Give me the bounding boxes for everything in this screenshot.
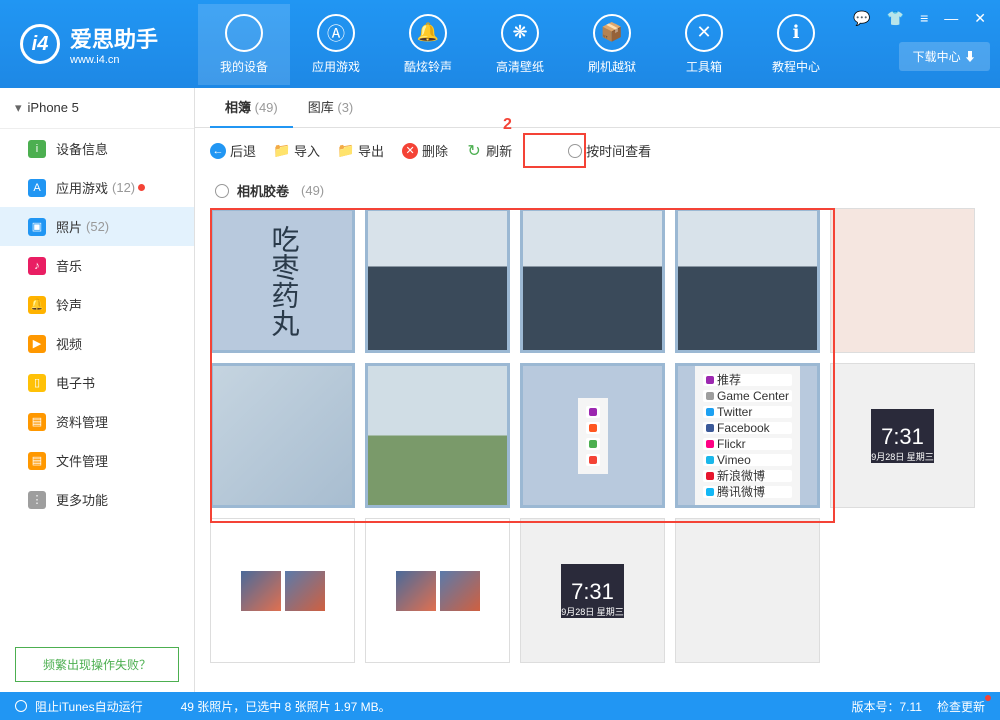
close-icon[interactable]: ✕: [970, 8, 990, 29]
sidebar-item-文件管理[interactable]: ▤文件管理: [0, 441, 194, 480]
sidebar-item-视频[interactable]: ▶视频: [0, 324, 194, 363]
select-all-radio[interactable]: [215, 184, 229, 198]
notification-dot: [138, 184, 145, 191]
annotation-2: 2: [503, 116, 512, 134]
photo-grid: 1 吃枣药丸 推荐Game CenterTwitterFacebookFlick…: [195, 208, 1000, 692]
photo-thumb[interactable]: [830, 208, 975, 353]
sidebar-icon: ▶: [28, 335, 46, 353]
nav-icon: ✕: [685, 14, 723, 52]
sidebar-icon: ♪: [28, 257, 46, 275]
delete-button[interactable]: ✕删除: [402, 141, 448, 160]
sidebar-item-铃声[interactable]: 🔔铃声: [0, 285, 194, 324]
photo-thumb[interactable]: [365, 363, 510, 508]
delete-icon: ✕: [402, 143, 418, 159]
logo-icon: i4: [20, 24, 60, 64]
device-selector[interactable]: iPhone 5: [0, 88, 194, 129]
view-by-time-button[interactable]: 按时间查看: [568, 141, 651, 160]
photo-thumb[interactable]: 推荐Game CenterTwitterFacebookFlickrVimeo新…: [675, 363, 820, 508]
export-button[interactable]: 📁导出: [338, 141, 384, 160]
nav-icon: Ⓐ: [317, 14, 355, 52]
photo-thumb[interactable]: 7:319月28日 星期三: [520, 518, 665, 663]
nav-教程中心[interactable]: ℹ教程中心: [750, 4, 842, 85]
app-header: i4 爱思助手 www.i4.cn 我的设备Ⓐ应用游戏🔔酷炫铃声❋高清壁纸📦刷机…: [0, 0, 1000, 88]
tab-相簿[interactable]: 相簿 (49): [210, 88, 293, 128]
refresh-icon: ↻: [466, 143, 482, 159]
sidebar-item-电子书[interactable]: ▯电子书: [0, 363, 194, 402]
nav-应用游戏[interactable]: Ⓐ应用游戏: [290, 4, 382, 85]
nav-我的设备[interactable]: 我的设备: [198, 4, 290, 85]
window-controls: 💬 👕 ≡ — ✕: [849, 8, 990, 29]
app-name: 爱思助手: [70, 22, 158, 54]
help-link[interactable]: 频繁出现操作失败？: [15, 647, 179, 682]
nav-酷炫铃声[interactable]: 🔔酷炫铃声: [382, 4, 474, 85]
toolbar: 2 ←后退 📁导入 📁导出 ✕删除 ↻刷新 按时间查看: [195, 128, 1000, 173]
album-section-header[interactable]: 相机胶卷 (49): [195, 173, 1000, 208]
photo-thumb[interactable]: [210, 363, 355, 508]
nav-工具箱[interactable]: ✕工具箱: [658, 4, 750, 85]
photo-thumb[interactable]: [520, 363, 665, 508]
nav-高清壁纸[interactable]: ❋高清壁纸: [474, 4, 566, 85]
folder-in-icon: 📁: [274, 143, 290, 159]
app-url: www.i4.cn: [70, 54, 158, 66]
content-tabs: 相簿 (49)图库 (3): [195, 88, 1000, 128]
sidebar-icon: A: [28, 179, 46, 197]
sidebar-item-资料管理[interactable]: ▤资料管理: [0, 402, 194, 441]
sidebar-item-应用游戏[interactable]: A应用游戏(12): [0, 168, 194, 207]
photo-thumb[interactable]: [675, 208, 820, 353]
nav-刷机越狱[interactable]: 📦刷机越狱: [566, 4, 658, 85]
sidebar-icon: i: [28, 140, 46, 158]
sidebar-icon: ⋮: [28, 491, 46, 509]
sidebar-item-音乐[interactable]: ♪音乐: [0, 246, 194, 285]
sidebar-item-更多功能[interactable]: ⋮更多功能: [0, 480, 194, 519]
minimize-icon[interactable]: —: [940, 8, 962, 29]
photo-thumb[interactable]: [210, 518, 355, 663]
menu-icon[interactable]: ≡: [916, 8, 932, 29]
selection-status: 49 张照片，已选中 8 张照片 1.97 MB。: [181, 698, 391, 715]
status-bar: 阻止iTunes自动运行 49 张照片，已选中 8 张照片 1.97 MB。 版…: [0, 692, 1000, 720]
nav-icon: [225, 14, 263, 52]
sidebar-icon: ▯: [28, 374, 46, 392]
album-name: 相机胶卷: [237, 181, 289, 200]
photo-thumb[interactable]: [675, 518, 820, 663]
itunes-block-toggle[interactable]: [15, 700, 27, 712]
check-update-button[interactable]: 检查更新: [937, 698, 985, 715]
logo: i4 爱思助手 www.i4.cn: [0, 22, 178, 66]
version-label: 版本号：7.11: [852, 698, 922, 715]
sidebar-icon: ▤: [28, 452, 46, 470]
skin-icon[interactable]: 👕: [883, 8, 908, 29]
back-button[interactable]: ←后退: [210, 141, 256, 160]
main-content: 相簿 (49)图库 (3) 2 ←后退 📁导入 📁导出 ✕删除 ↻刷新 按时间查…: [195, 88, 1000, 692]
photo-thumb[interactable]: [365, 208, 510, 353]
back-icon: ←: [210, 143, 226, 159]
photo-thumb[interactable]: [365, 518, 510, 663]
photo-thumb[interactable]: 吃枣药丸: [210, 208, 355, 353]
nav-icon: 🔔: [409, 14, 447, 52]
sidebar: iPhone 5 i设备信息A应用游戏(12)▣照片(52)♪音乐🔔铃声▶视频▯…: [0, 88, 195, 692]
feedback-icon[interactable]: 💬: [849, 8, 874, 29]
sidebar-icon: ▤: [28, 413, 46, 431]
sidebar-item-设备信息[interactable]: i设备信息: [0, 129, 194, 168]
photo-thumb[interactable]: [520, 208, 665, 353]
sidebar-icon: 🔔: [28, 296, 46, 314]
radio-icon: [568, 144, 582, 158]
sidebar-item-照片[interactable]: ▣照片(52): [0, 207, 194, 246]
itunes-block-label: 阻止iTunes自动运行: [35, 698, 143, 715]
refresh-button[interactable]: ↻刷新: [466, 141, 512, 160]
nav-icon: ❋: [501, 14, 539, 52]
album-count: (49): [301, 183, 324, 198]
nav-icon: 📦: [593, 14, 631, 52]
tab-图库[interactable]: 图库 (3): [293, 88, 369, 128]
download-center-button[interactable]: 下载中心 ⬇: [899, 42, 990, 71]
nav-icon: ℹ: [777, 14, 815, 52]
photo-thumb[interactable]: 7:319月28日 星期三: [830, 363, 975, 508]
import-button[interactable]: 📁导入: [274, 141, 320, 160]
folder-out-icon: 📁: [338, 143, 354, 159]
sidebar-icon: ▣: [28, 218, 46, 236]
